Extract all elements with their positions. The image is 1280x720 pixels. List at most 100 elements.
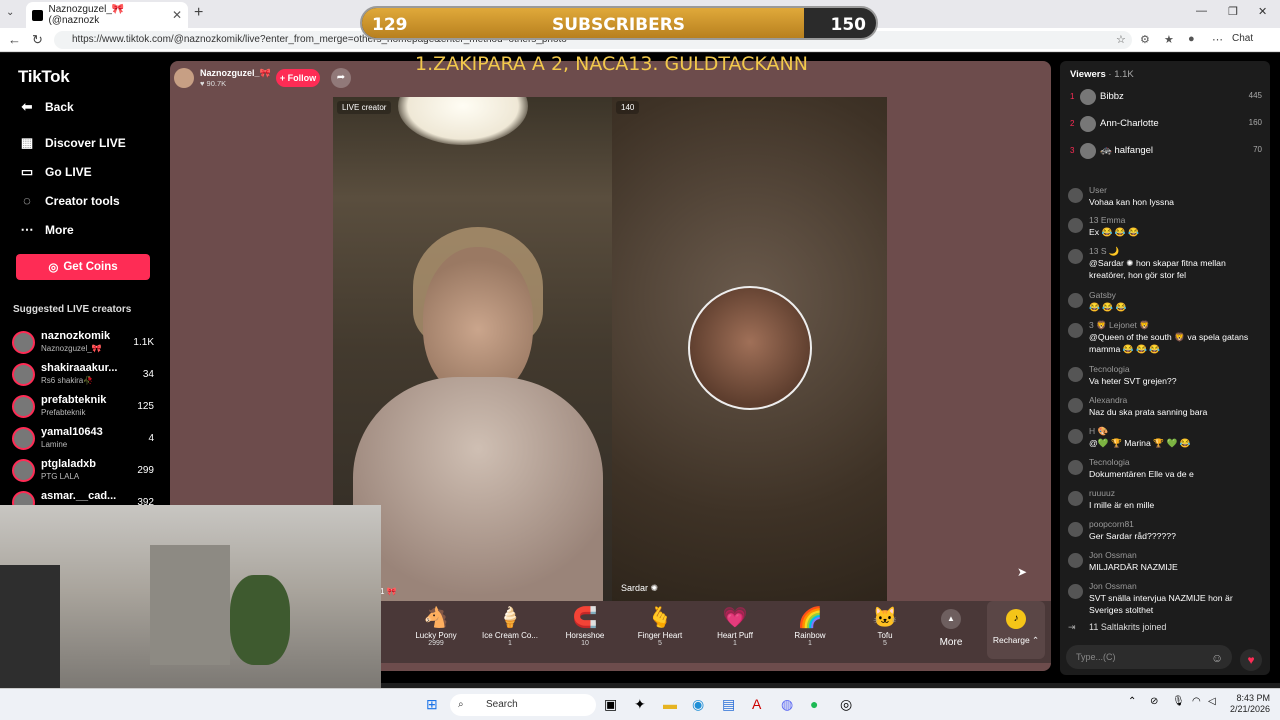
maximize-icon[interactable]: ❐	[1228, 5, 1238, 18]
suggested-creator-item[interactable]: shakiraaakur... Rs6 shakira🥀 34	[12, 360, 154, 390]
spotify-icon[interactable]: ●	[810, 696, 818, 712]
acrobat-icon[interactable]: A	[752, 696, 761, 712]
chat-username[interactable]: H 🎨	[1089, 426, 1108, 437]
avatar[interactable]	[1068, 188, 1083, 203]
top-viewer[interactable]: 1 Bibbz 445	[1070, 87, 1262, 109]
store-icon[interactable]: ▤	[722, 696, 735, 713]
favorite-star-icon[interactable]: ☆	[1116, 33, 1126, 46]
network-icon[interactable]: ⊘	[1150, 696, 1158, 707]
avatar[interactable]	[1068, 293, 1083, 308]
close-window-icon[interactable]: ✕	[1258, 5, 1267, 18]
chat-username[interactable]: 3 🦁 Lejonet 🦁	[1089, 320, 1150, 331]
chat-username[interactable]: Jon Ossman	[1089, 581, 1137, 591]
like-heart-icon[interactable]: ♥	[1240, 649, 1262, 671]
emoji-icon[interactable]: ☺	[1211, 651, 1223, 665]
avatar[interactable]	[1068, 218, 1083, 233]
minimize-icon[interactable]: —	[1196, 5, 1207, 17]
file-explorer-icon[interactable]: ▬	[663, 696, 677, 712]
avatar[interactable]	[1068, 249, 1083, 264]
creator-subtitle: Lamine	[41, 440, 68, 449]
chat-username[interactable]: Gatsby	[1089, 290, 1116, 300]
avatar[interactable]	[1068, 398, 1083, 413]
task-view-icon[interactable]: ▣	[604, 696, 617, 713]
suggested-creator-item[interactable]: prefabteknik Prefabteknik 125	[12, 392, 154, 422]
chat-text: Dokumentären Elle va de e	[1089, 469, 1194, 479]
suggested-creator-item[interactable]: ptglaladxb PTG LALA 299	[12, 456, 154, 486]
chat-username[interactable]: ruuuuz	[1089, 488, 1115, 498]
chat-username[interactable]: 13 S 🌙	[1089, 246, 1119, 257]
copilot-icon[interactable]: ✦	[634, 696, 646, 713]
share-icon[interactable]: ➦	[331, 68, 351, 88]
gift-icon: 🍦	[497, 607, 523, 629]
avatar[interactable]	[1068, 367, 1083, 382]
gift-icon: 🧲	[572, 607, 598, 629]
host-avatar[interactable]	[174, 68, 194, 88]
tray-chevron-icon[interactable]: ⌃	[1128, 696, 1136, 707]
gift-item[interactable]: 🧲 Horseshoe 10	[550, 605, 620, 647]
recharge-button[interactable]: ♪ Recharge ⌃	[987, 601, 1045, 659]
close-tab-icon[interactable]: ✕	[172, 8, 182, 22]
menu-dots-icon[interactable]: ⋯	[1212, 33, 1223, 46]
top-viewer[interactable]: 3 🚓 halfangel 70	[1070, 141, 1262, 163]
sidebar-item-creator-tools[interactable]: ◌ Creator tools	[18, 193, 120, 208]
sidebar-item-go-live[interactable]: ▭ Go LIVE	[18, 164, 92, 180]
top-viewer[interactable]: 2 Ann-Charlotte 160	[1070, 114, 1262, 136]
favorites-icon[interactable]: ★	[1164, 33, 1174, 46]
avatar[interactable]	[1068, 491, 1083, 506]
edge-icon[interactable]: ◉	[692, 696, 704, 713]
taskbar-search[interactable]: ⌕ Search	[450, 694, 596, 716]
chat-input[interactable]: Type...(C)	[1066, 645, 1232, 669]
viewer-score: 160	[1248, 118, 1262, 127]
gift-item[interactable]: 🐴 Lucky Pony 2999	[401, 605, 471, 647]
sidebar-item-label: More	[45, 223, 74, 237]
tiktok-logo[interactable]: TikTok	[18, 67, 70, 87]
avatar[interactable]	[1068, 553, 1083, 568]
taskbar-clock[interactable]: 8:43 PM 2/21/2026	[1222, 693, 1270, 715]
chat-username[interactable]: poopcorn81	[1089, 519, 1134, 529]
follow-button[interactable]: + Follow	[276, 69, 320, 87]
more-gifts-button[interactable]: ▲ More	[931, 609, 971, 648]
profile-avatar-icon[interactable]: ●	[1188, 33, 1195, 45]
gift-item[interactable]: 🌈 Rainbow 1	[775, 605, 845, 647]
avatar[interactable]	[1068, 429, 1083, 444]
gift-price: 1	[808, 640, 812, 647]
reload-icon[interactable]: ↻	[32, 32, 43, 48]
chat-username[interactable]: Alexandra	[1089, 395, 1127, 405]
avatar[interactable]	[1068, 460, 1083, 475]
gift-item[interactable]: 🫰 Finger Heart 5	[625, 605, 695, 647]
copilot-chat-button[interactable]: Chat	[1232, 33, 1253, 44]
chat-username[interactable]: User	[1089, 185, 1107, 195]
back-button[interactable]: ⬅ Back	[18, 99, 74, 115]
viewer-count: 1.1K	[133, 337, 154, 348]
chat-username[interactable]: Tecnologia	[1089, 364, 1130, 374]
sub-goal: 150	[830, 15, 867, 35]
sidebar-item-more[interactable]: ⋯ More	[18, 222, 74, 238]
chat-username[interactable]: 13 Emma	[1089, 215, 1125, 225]
gift-item[interactable]: 💗 Heart Puff 1	[700, 605, 770, 647]
wifi-icon[interactable]: ◠	[1192, 696, 1201, 707]
tab-list-icon[interactable]: ⌄	[6, 7, 14, 18]
obs-icon[interactable]: ◎	[840, 696, 852, 713]
avatar[interactable]	[1068, 522, 1083, 537]
microphone-icon[interactable]: 🎙	[1172, 696, 1185, 707]
avatar[interactable]	[1068, 584, 1083, 599]
extensions-icon[interactable]: ⚙	[1140, 33, 1150, 46]
viewers-header[interactable]: Viewers · 1.1K	[1070, 69, 1134, 80]
back-arrow-icon[interactable]: ←	[8, 32, 21, 47]
chat-username[interactable]: Tecnologia	[1089, 457, 1130, 467]
tiktok-favicon-icon	[32, 9, 43, 21]
browser-tab[interactable]: Naznozguzel_🎀 (@naznozk ✕	[26, 2, 188, 28]
avatar[interactable]	[1068, 323, 1083, 338]
start-icon[interactable]: ⊞	[426, 696, 438, 713]
subscriber-goal-bar: 129 SUBSCRIBERS 150	[360, 6, 878, 40]
discord-icon[interactable]: ◍	[781, 696, 793, 713]
gift-item[interactable]: 🐱 Tofu 5	[850, 605, 920, 647]
gift-item[interactable]: 🍦 Ice Cream Co... 1	[475, 605, 545, 647]
volume-icon[interactable]: ◁	[1208, 696, 1216, 707]
chat-username[interactable]: Jon Ossman	[1089, 550, 1137, 560]
new-tab-icon[interactable]: +	[194, 4, 203, 22]
get-coins-button[interactable]: ◎ Get Coins	[16, 254, 150, 280]
sidebar-item-discover-live[interactable]: ▦ Discover LIVE	[18, 135, 126, 151]
suggested-creator-item[interactable]: naznozkomik Naznozguzel_🎀 1.1K	[12, 328, 154, 358]
suggested-creator-item[interactable]: yamal10643 Lamine 4	[12, 424, 154, 454]
